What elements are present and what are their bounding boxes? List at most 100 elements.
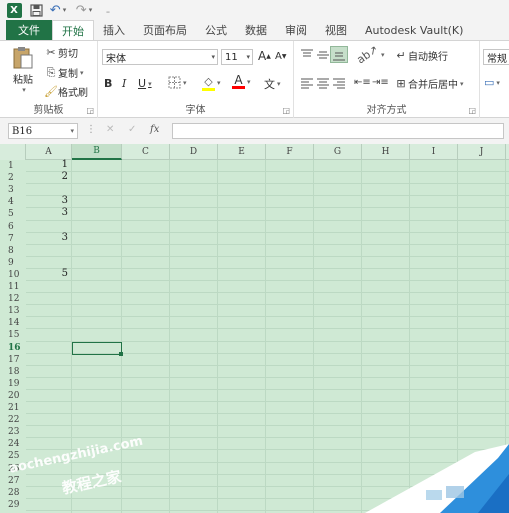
align-center-button[interactable]	[316, 77, 330, 89]
font-name-select[interactable]: 宋体 ▾	[102, 49, 218, 65]
tab-4[interactable]: 公式	[196, 20, 236, 40]
row-header[interactable]: 12	[0, 293, 26, 305]
row-header[interactable]: 2	[0, 172, 26, 184]
row-header[interactable]: 10	[0, 269, 26, 281]
paste-dropdown-icon[interactable]: ▾	[22, 86, 26, 94]
fill-color-button[interactable]: ◇ ▾	[202, 75, 221, 91]
column-header[interactable]: I	[410, 144, 458, 160]
font-size-select[interactable]: 11 ▾	[221, 49, 253, 65]
shrink-font-button[interactable]: A ▼	[275, 51, 286, 62]
cell-A10[interactable]: 5	[26, 268, 68, 279]
paste-button[interactable]: 粘贴 ▾	[6, 45, 40, 94]
bold-button[interactable]: B	[104, 77, 112, 90]
tab-0[interactable]: 文件	[6, 20, 52, 40]
tab-3[interactable]: 页面布局	[134, 20, 196, 40]
increase-indent-button[interactable]: ⇥≡	[372, 77, 389, 88]
accounting-format-button[interactable]: ▭ ▾	[484, 76, 500, 89]
grow-font-button[interactable]: A ▲	[258, 49, 271, 63]
tab-2[interactable]: 插入	[94, 20, 134, 40]
row-header[interactable]: 11	[0, 281, 26, 293]
row-header[interactable]: 22	[0, 414, 26, 426]
font-color-button[interactable]: A ▾	[232, 74, 251, 89]
row-header[interactable]: 5	[0, 208, 26, 220]
row-header[interactable]: 19	[0, 378, 26, 390]
enter-icon[interactable]: ✓	[128, 124, 136, 135]
row-header[interactable]: 29	[0, 499, 26, 511]
wrap-text-button[interactable]: ↵ 自动换行	[394, 48, 448, 63]
formula-input[interactable]	[172, 123, 504, 139]
number-format-select[interactable]: 常规	[483, 49, 509, 65]
fill-handle[interactable]	[119, 351, 123, 356]
row-header[interactable]: 1	[0, 160, 26, 172]
row-header[interactable]: 18	[0, 366, 26, 378]
column-header[interactable]: A	[26, 144, 72, 160]
format-painter-button[interactable]: 🖌 格式刷	[44, 84, 88, 99]
cell-A1[interactable]: 1	[26, 159, 68, 170]
row-header[interactable]: 14	[0, 317, 26, 329]
tab-6[interactable]: 审阅	[276, 20, 316, 40]
cell-A4[interactable]: 3	[26, 195, 68, 206]
copy-button[interactable]: ⎘ 复制 ▾	[44, 65, 84, 81]
column-header[interactable]: E	[218, 144, 266, 160]
cell-A7[interactable]: 3	[26, 232, 68, 243]
watermark-name: 教程之家	[60, 467, 123, 498]
column-header[interactable]: J	[458, 144, 506, 160]
align-bottom-button[interactable]	[330, 46, 348, 63]
align-right-button[interactable]	[332, 77, 346, 89]
customize-quick-access-icon[interactable]: ₌	[100, 2, 116, 18]
worksheet-grid[interactable]: ABCDEFGHIJ 1 2 3 4 5 6 7 8 9 10 11 12 13 14 15 16 17 18 19…	[0, 144, 509, 513]
clipboard-group: 粘贴 ▾ ✂ 剪切 ⎘ 复制 ▾ 🖌 格式刷 剪贴板 ◲	[0, 41, 98, 118]
align-middle-button[interactable]	[316, 49, 330, 61]
align-top-button[interactable]	[300, 49, 314, 61]
cell-A5[interactable]: 3	[26, 207, 68, 218]
row-header[interactable]: 23	[0, 426, 26, 438]
column-header[interactable]: D	[170, 144, 218, 160]
row-header[interactable]: 17	[0, 354, 26, 366]
row-header[interactable]: 8	[0, 245, 26, 257]
merge-center-button[interactable]: ⊞ 合并后居中 ▾	[394, 76, 464, 91]
decrease-indent-button[interactable]: ⇤≡	[354, 77, 371, 88]
insert-function-icon[interactable]: fx	[150, 124, 159, 135]
clipboard-launcher-icon[interactable]: ◲	[86, 106, 94, 115]
row-header[interactable]: 16	[0, 342, 26, 354]
chevron-down-icon[interactable]: ▾	[460, 80, 464, 88]
cut-button[interactable]: ✂ 剪切	[44, 45, 78, 60]
tab-8[interactable]: Autodesk Vault(K)	[356, 20, 472, 40]
column-header[interactable]: F	[266, 144, 314, 160]
tab-1[interactable]: 开始	[52, 20, 94, 40]
select-all-corner[interactable]	[0, 144, 26, 160]
align-left-button[interactable]	[300, 77, 314, 89]
font-launcher-icon[interactable]: ◲	[282, 106, 290, 115]
cell-A2[interactable]: 2	[26, 171, 68, 182]
row-header[interactable]: 13	[0, 305, 26, 317]
row-header[interactable]: 20	[0, 390, 26, 402]
cancel-icon[interactable]: ✕	[106, 124, 114, 135]
orientation-button[interactable]: ab↗ ▾	[354, 43, 384, 67]
undo-icon[interactable]: ↶ ▾	[50, 2, 66, 18]
alignment-launcher-icon[interactable]: ◲	[468, 106, 476, 115]
column-header[interactable]: B	[72, 144, 122, 160]
redo-icon[interactable]: ↷ ▾	[76, 2, 92, 18]
borders-button[interactable]: ▾	[168, 76, 187, 89]
row-header[interactable]: 28	[0, 487, 26, 499]
row-header[interactable]: 4	[0, 196, 26, 208]
save-icon[interactable]	[28, 2, 44, 18]
row-header[interactable]: 24	[0, 438, 26, 450]
row-header[interactable]: 27	[0, 475, 26, 487]
tab-7[interactable]: 视图	[316, 20, 356, 40]
column-header[interactable]: H	[362, 144, 410, 160]
phonetic-button[interactable]: 文 ▾	[264, 76, 281, 92]
tab-5[interactable]: 数据	[236, 20, 276, 40]
column-header[interactable]: G	[314, 144, 362, 160]
underline-button[interactable]: U ▾	[138, 77, 152, 90]
row-header[interactable]: 9	[0, 257, 26, 269]
active-cell-selection[interactable]	[72, 341, 122, 355]
row-header[interactable]: 15	[0, 329, 26, 341]
italic-button[interactable]: I	[122, 77, 126, 90]
row-header[interactable]: 3	[0, 184, 26, 196]
row-header[interactable]: 7	[0, 233, 26, 245]
row-header[interactable]: 21	[0, 402, 26, 414]
name-box[interactable]: B16 ▾	[8, 123, 78, 139]
column-header[interactable]: C	[122, 144, 170, 160]
row-header[interactable]: 6	[0, 221, 26, 233]
